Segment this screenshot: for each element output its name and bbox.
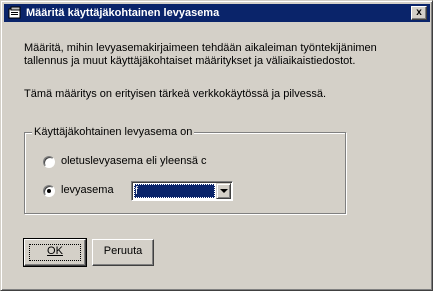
description-line-1: Määritä, mihin levyasemakirjaimeen tehdä… <box>24 42 377 54</box>
radio-selected-dot <box>47 189 51 193</box>
groupbox-legend: Käyttäjäkohtainen levyasema on <box>32 126 195 139</box>
close-icon: x <box>416 7 422 18</box>
dialog-window: Määritä käyttäjäkohtainen levyasema x Mä… <box>0 0 433 291</box>
ok-button[interactable]: OK <box>23 238 87 267</box>
cancel-button[interactable]: Peruuta <box>92 239 154 266</box>
dropdown-button[interactable] <box>216 183 231 199</box>
app-icon <box>8 6 21 19</box>
drive-groupbox <box>24 132 346 214</box>
radio-custom-drive[interactable] <box>43 185 55 197</box>
title-bar[interactable]: Määritä käyttäjäkohtainen levyasema x <box>4 4 430 22</box>
description-line-2: tallennus ja muut käyttäjäkohtaiset määr… <box>24 55 356 67</box>
radio-default-drive-label[interactable]: oletuslevyasema eli yleensä c <box>61 155 207 168</box>
description-note: Tämä määritys on erityisen tärkeä verkko… <box>24 88 327 100</box>
radio-default-drive[interactable] <box>43 156 55 168</box>
window-title: Määritä käyttäjäkohtainen levyasema <box>26 7 220 19</box>
drive-letter-select[interactable]: f <box>131 181 233 201</box>
cancel-button-label: Peruuta <box>103 245 143 257</box>
ok-button-label: OK <box>47 245 63 257</box>
chevron-down-icon <box>220 189 228 193</box>
drive-letter-value[interactable]: f <box>134 184 215 198</box>
radio-custom-drive-label[interactable]: levyasema <box>61 184 114 197</box>
close-button[interactable]: x <box>411 6 427 20</box>
